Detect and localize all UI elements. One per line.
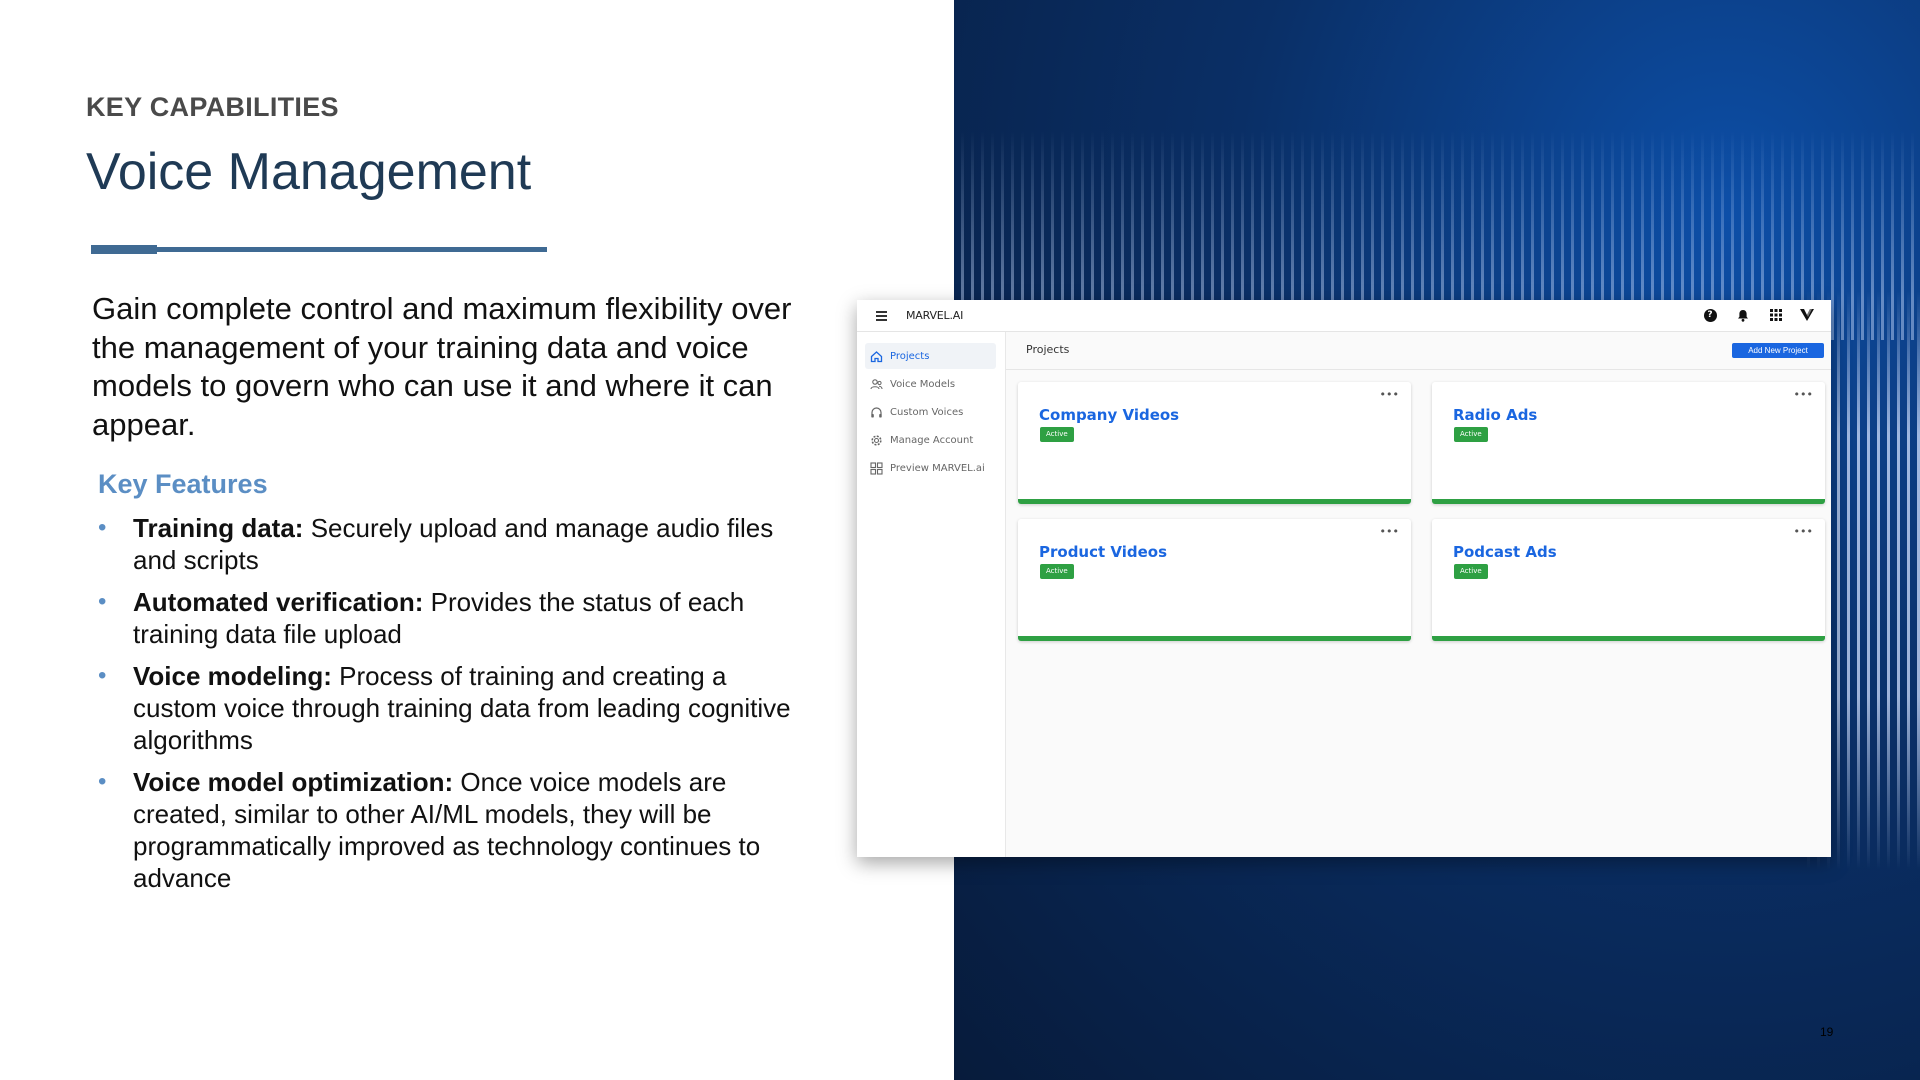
page-title: Projects [1026,343,1070,356]
status-badge: Active [1040,564,1074,579]
project-card[interactable]: Company Videos Active ••• [1018,382,1411,504]
feature-list: • Training data: Securely upload and mana… [98,512,798,904]
project-name[interactable]: Product Videos [1039,543,1167,561]
feature-item: • Voice modeling: Process of training and… [98,660,798,756]
eyebrow-label: KEY CAPABILITIES [86,92,339,122]
status-badge: Active [1454,427,1488,442]
title-divider [91,247,547,252]
app-screenshot: MARVEL.AI ? Projects Voice Models Custom… [857,300,1831,857]
gear-icon [871,434,882,446]
users-icon [870,378,883,389]
sidebar-item-preview[interactable]: Preview MARVEL.ai [865,455,996,481]
home-icon [870,350,883,362]
sidebar-item-projects[interactable]: Projects [865,343,996,369]
sidebar-item-label: Manage Account [890,434,974,446]
apps-grid-icon[interactable] [1768,307,1784,323]
project-card[interactable]: Podcast Ads Active ••• [1432,519,1825,641]
feature-term: Training data: [133,513,304,543]
bullet-icon: • [98,768,107,795]
add-new-project-button[interactable]: Add New Project [1732,343,1824,358]
sidebar-item-custom-voices[interactable]: Custom Voices [865,399,996,425]
more-options-icon[interactable]: ••• [1380,525,1399,538]
sidebar-item-label: Custom Voices [890,406,964,418]
sidebar-item-label: Preview MARVEL.ai [890,462,985,474]
marvel-logo-icon[interactable] [1799,307,1815,323]
help-icon[interactable]: ? [1702,307,1718,323]
page-number: 19 [1820,1025,1834,1039]
status-badge: Active [1454,564,1488,579]
intro-paragraph: Gain complete control and maximum flexib… [92,291,792,442]
bullet-icon: • [98,588,107,615]
sidebar-item-voice-models[interactable]: Voice Models [865,371,996,397]
more-options-icon[interactable]: ••• [1380,388,1399,401]
more-options-icon[interactable]: ••• [1794,525,1813,538]
slide-title: Voice Management [86,143,532,201]
feature-term: Voice modeling: [133,661,332,691]
bullet-icon: • [98,662,107,689]
project-name[interactable]: Podcast Ads [1453,543,1557,561]
hamburger-menu-icon[interactable] [876,311,887,323]
app-sidebar: Projects Voice Models Custom Voices Mana… [857,332,1006,857]
app-topbar: MARVEL.AI ? [857,300,1831,332]
sidebar-item-label: Voice Models [890,378,956,390]
key-features-heading: Key Features [98,469,268,499]
app-brand[interactable]: MARVEL.AI [906,309,963,322]
feature-item: • Training data: Securely upload and mana… [98,512,798,576]
feature-term: Voice model optimization: [133,767,454,797]
sidebar-item-label: Projects [890,350,930,362]
status-badge: Active [1040,427,1074,442]
bell-icon[interactable] [1735,307,1751,323]
project-card[interactable]: Product Videos Active ••• [1018,519,1411,641]
more-options-icon[interactable]: ••• [1794,388,1813,401]
feature-item: • Voice model optimization: Once voice mo… [98,766,798,894]
main-header [1006,332,1831,370]
sidebar-item-manage-account[interactable]: Manage Account [865,427,996,453]
project-name[interactable]: Radio Ads [1453,406,1537,424]
bullet-icon: • [98,514,107,541]
project-name[interactable]: Company Videos [1039,406,1179,424]
feature-item: • Automated verification: Provides the st… [98,586,798,650]
help-glyph: ? [1703,308,1717,322]
apps-icon [870,461,883,475]
project-card[interactable]: Radio Ads Active ••• [1432,382,1825,504]
headphones-icon [871,406,882,417]
feature-term: Automated verification: [133,587,424,617]
title-divider-accent [91,245,157,254]
